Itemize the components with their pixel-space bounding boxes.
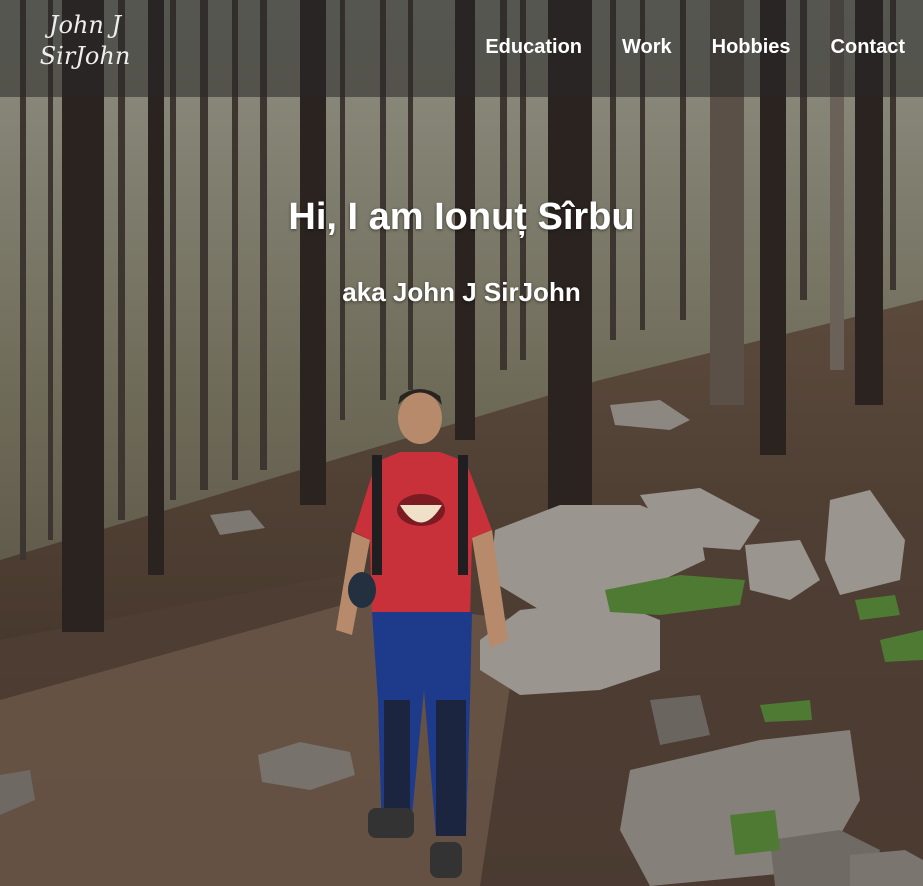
hero-subtitle: aka John J SirJohn — [342, 277, 581, 307]
site-logo[interactable]: John J SirJohn — [30, 10, 140, 72]
logo-line-2: SirJohn — [39, 42, 131, 70]
nav-link-education[interactable]: Education — [485, 36, 582, 59]
hero-title: Hi, I am Ionuț Sîrbu — [288, 196, 635, 238]
nav-link-work[interactable]: Work — [622, 36, 672, 59]
top-navigation-bar: John J SirJohn Education Work Hobbies Co… — [0, 0, 923, 97]
nav-link-hobbies[interactable]: Hobbies — [712, 36, 791, 59]
main-nav: Education Work Hobbies Contact — [445, 36, 905, 59]
nav-link-contact[interactable]: Contact — [831, 36, 905, 59]
hero-background — [0, 0, 923, 886]
forest-photo — [0, 0, 923, 886]
logo-line-1: John J — [48, 11, 122, 39]
